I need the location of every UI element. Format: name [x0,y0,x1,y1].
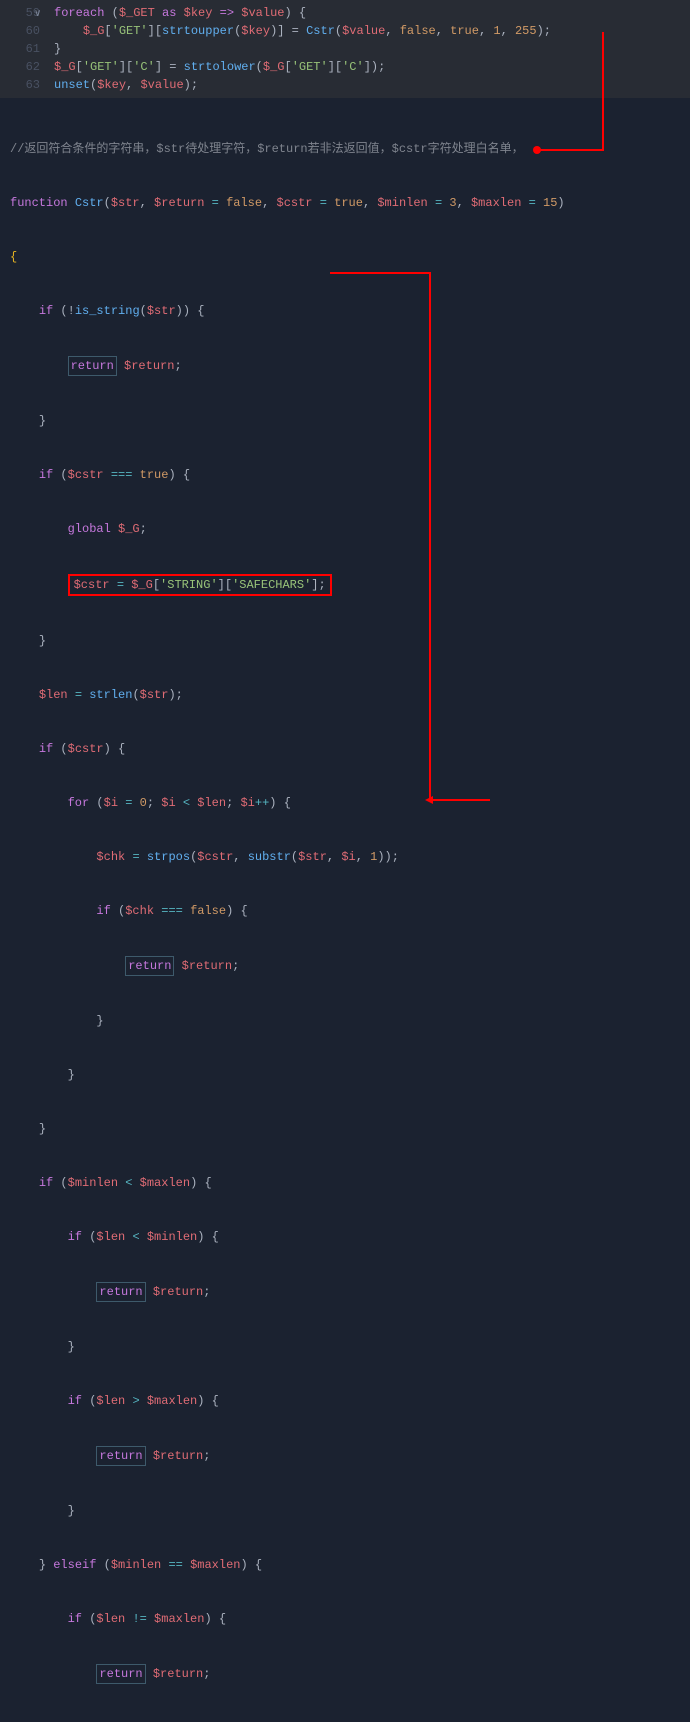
code-line[interactable]: return $return; [10,1664,680,1684]
code-line[interactable]: if ($minlen < $maxlen) { [10,1174,680,1192]
line-number: 62 [0,58,54,76]
code-line[interactable]: } [10,1338,680,1356]
highlight-safechars-assign: $cstr = $_G['STRING']['SAFECHARS']; [68,574,332,596]
code-line[interactable]: 63 unset($key, $value); [0,76,690,94]
code-line[interactable]: 62 $_G['GET']['C'] = strtolower($_G['GET… [0,58,690,76]
code-line[interactable]: 61 } [0,40,690,58]
code-line[interactable]: $len = strlen($str); [10,686,680,704]
code-line[interactable]: $chk = strpos($cstr, substr($str, $i, 1)… [10,848,680,866]
code-line[interactable]: if ($cstr === true) { [10,466,680,484]
code-line[interactable]: $cstr = $_G['STRING']['SAFECHARS']; [10,574,680,596]
line-number: 60 [0,22,54,40]
line-number: 61 [0,40,54,58]
code-line[interactable]: } [10,1720,680,1722]
code-line[interactable]: function Cstr($str, $return = false, $cs… [10,194,680,212]
code-line[interactable]: } [10,632,680,650]
line-number: ∨59 [0,4,54,22]
code-line[interactable]: ∨59 foreach ($_GET as $key => $value) { [0,4,690,22]
code-line[interactable]: } [10,412,680,430]
code-line[interactable]: return $return; [10,1446,680,1466]
code-line[interactable]: if ($len > $maxlen) { [10,1392,680,1410]
code-line[interactable]: } elseif ($minlen == $maxlen) { [10,1556,680,1574]
code-block-function: //返回符合条件的字符串，$str待处理字符，$return若非法返回值，$cs… [0,98,690,1722]
code-line[interactable]: if (!is_string($str)) { [10,302,680,320]
code-line[interactable]: 60 $_G['GET'][strtoupper($key)] = Cstr($… [0,22,690,40]
code-line[interactable]: if ($len != $maxlen) { [10,1610,680,1628]
line-number: 63 [0,76,54,94]
code-line[interactable]: return $return; [10,956,680,976]
code-line[interactable]: } [10,1012,680,1030]
code-line[interactable]: global $_G; [10,520,680,538]
code-line[interactable]: if ($cstr) { [10,740,680,758]
code-line[interactable]: } [10,1120,680,1138]
code-line[interactable]: //返回符合条件的字符串，$str待处理字符，$return若非法返回值，$cs… [10,140,680,158]
code-block-top: ∨59 foreach ($_GET as $key => $value) { … [0,0,690,98]
code-line[interactable]: } [10,1502,680,1520]
code-line[interactable]: } [10,1066,680,1084]
code-line[interactable]: if ($chk === false) { [10,902,680,920]
code-line[interactable]: { [10,248,680,266]
code-line[interactable]: for ($i = 0; $i < $len; $i++) { [10,794,680,812]
code-line[interactable]: return $return; [10,356,680,376]
code-line[interactable]: if ($len < $minlen) { [10,1228,680,1246]
code-line[interactable]: return $return; [10,1282,680,1302]
